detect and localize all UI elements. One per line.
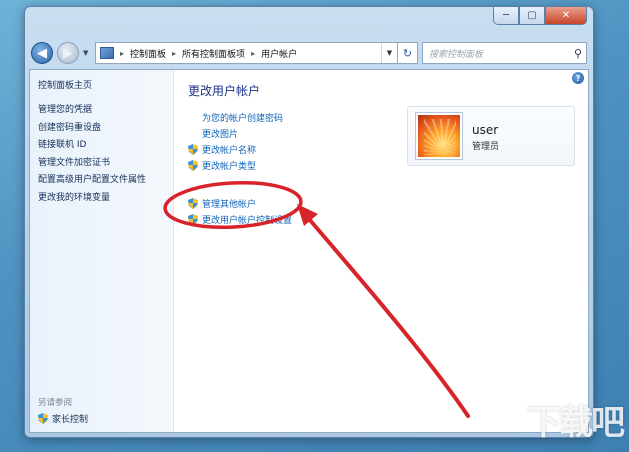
uac-shield-icon bbox=[188, 214, 198, 225]
control-panel-home-link[interactable]: 控制面板主页 bbox=[38, 78, 92, 91]
search-placeholder: 搜索控制面板 bbox=[429, 49, 484, 60]
search-icon[interactable]: ⚲ bbox=[574, 47, 582, 60]
task-manage-certificates[interactable]: 管理文件加密证书 bbox=[38, 155, 146, 173]
parental-controls-label: 家长控制 bbox=[52, 415, 89, 425]
change-account-name-label: 更改帐户名称 bbox=[202, 146, 257, 156]
task-create-reset-disk[interactable]: 创建密码重设盘 bbox=[38, 120, 146, 138]
control-panel-icon bbox=[100, 47, 114, 59]
breadcrumb-control-panel[interactable]: 控制面板 bbox=[130, 47, 166, 60]
user-avatar[interactable] bbox=[416, 113, 462, 159]
task-link-online-id[interactable]: 链接联机 ID bbox=[38, 137, 146, 155]
address-history-dropdown[interactable]: ▼ bbox=[381, 43, 397, 63]
breadcrumb-separator: ▸ bbox=[120, 48, 125, 58]
recent-pages-dropdown[interactable]: ▼ bbox=[83, 49, 91, 57]
page-title: 更改用户帐户 bbox=[188, 84, 261, 98]
maximize-button[interactable]: ▢ bbox=[519, 7, 545, 25]
address-field[interactable]: ▸ 控制面板 ▸ 所有控制面板项 ▸ 用户帐户 ▼ bbox=[95, 42, 398, 64]
uac-shield-icon bbox=[188, 198, 198, 209]
search-box[interactable]: 搜索控制面板 ⚲ bbox=[422, 42, 587, 64]
uac-settings-label: 更改用户帐户控制设置 bbox=[202, 216, 293, 226]
breadcrumb-separator: ▸ bbox=[251, 48, 256, 58]
back-button[interactable]: ◀ bbox=[31, 42, 53, 64]
task-environment-variables[interactable]: 更改我的环境变量 bbox=[38, 190, 146, 208]
navigation-bar: ◀ ▶ ▼ ▸ 控制面板 ▸ 所有控制面板项 ▸ 用户帐户 ▼ ↻ 搜索控制面板… bbox=[31, 41, 587, 65]
close-button[interactable]: ✕ bbox=[545, 7, 587, 25]
change-account-name-link[interactable]: 更改帐户名称 bbox=[188, 143, 256, 156]
uac-shield-icon bbox=[38, 413, 48, 424]
uac-settings-link[interactable]: 更改用户帐户控制设置 bbox=[188, 213, 292, 226]
create-password-link[interactable]: 为您的帐户创建密码 bbox=[202, 111, 283, 124]
content-area: 控制面板主页 管理您的凭据 创建密码重设盘 链接联机 ID 管理文件加密证书 配… bbox=[29, 69, 589, 433]
task-list: 管理您的凭据 创建密码重设盘 链接联机 ID 管理文件加密证书 配置高级用户配置… bbox=[38, 102, 146, 207]
breadcrumb-user-accounts[interactable]: 用户帐户 bbox=[261, 47, 297, 60]
control-panel-window: ─ ▢ ✕ ◀ ▶ ▼ ▸ 控制面板 ▸ 所有控制面板项 ▸ 用户帐户 ▼ ↻ … bbox=[24, 6, 594, 438]
task-advanced-profile[interactable]: 配置高级用户配置文件属性 bbox=[38, 172, 146, 190]
breadcrumb-all-items[interactable]: 所有控制面板项 bbox=[182, 47, 245, 60]
user-name: user bbox=[472, 123, 499, 137]
forward-button[interactable]: ▶ bbox=[57, 42, 79, 64]
uac-shield-icon bbox=[188, 144, 198, 155]
desktop-background: ─ ▢ ✕ ◀ ▶ ▼ ▸ 控制面板 ▸ 所有控制面板项 ▸ 用户帐户 ▼ ↻ … bbox=[0, 0, 629, 452]
refresh-button[interactable]: ↻ bbox=[398, 42, 418, 64]
user-role: 管理员 bbox=[472, 142, 500, 152]
see-also-heading: 另请参阅 bbox=[38, 398, 73, 408]
task-pane: 控制面板主页 管理您的凭据 创建密码重设盘 链接联机 ID 管理文件加密证书 配… bbox=[30, 70, 174, 432]
main-pane: ? 更改用户帐户 为您的帐户创建密码 更改图片 更改帐户名称 更改帐户类型 管理… bbox=[174, 70, 588, 432]
manage-other-accounts-link[interactable]: 管理其他帐户 bbox=[188, 197, 256, 210]
task-manage-credentials[interactable]: 管理您的凭据 bbox=[38, 102, 146, 120]
change-account-type-label: 更改帐户类型 bbox=[202, 162, 257, 172]
manage-other-accounts-label: 管理其他帐户 bbox=[202, 200, 257, 210]
breadcrumb-separator: ▸ bbox=[172, 48, 177, 58]
parental-controls-link[interactable]: 家长控制 bbox=[38, 412, 88, 425]
watermark-logo: 下载吧 bbox=[527, 403, 625, 443]
minimize-button[interactable]: ─ bbox=[493, 7, 519, 25]
change-picture-link[interactable]: 更改图片 bbox=[202, 127, 238, 140]
help-icon[interactable]: ? bbox=[572, 72, 584, 84]
caption-buttons: ─ ▢ ✕ bbox=[493, 7, 587, 25]
user-account-card: user 管理员 bbox=[407, 106, 575, 166]
uac-shield-icon bbox=[188, 160, 198, 171]
change-account-type-link[interactable]: 更改帐户类型 bbox=[188, 159, 256, 172]
